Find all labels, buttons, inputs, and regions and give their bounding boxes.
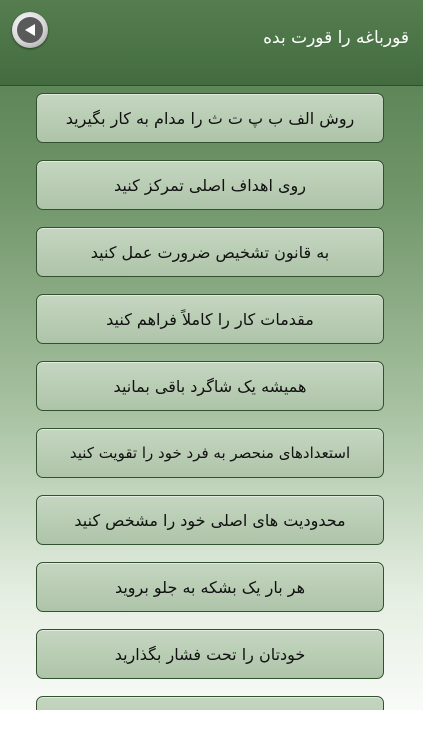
- list-item[interactable]: مقدمات کار را کاملاً فراهم کنید: [36, 294, 384, 344]
- list-item[interactable]: روی اهداف اصلی تمرکز کنید: [36, 160, 384, 210]
- header-bar: قورباغه را قورت بده: [0, 0, 423, 86]
- list-item[interactable]: همیشه یک شاگرد باقی بمانید: [36, 361, 384, 411]
- back-arrow-icon: [17, 17, 43, 43]
- list-item[interactable]: استعدادهای منحصر به فرد خود را تقویت کنی…: [36, 428, 384, 478]
- list-item[interactable]: خودتان را تحت فشار بگذارید: [36, 629, 384, 679]
- list-item[interactable]: به قانون تشخیص ضرورت عمل کنید: [36, 227, 384, 277]
- list-item[interactable]: محدودیت های اصلی خود را مشخص کنید: [36, 495, 384, 545]
- topic-list[interactable]: روش الف ب پ ت ث را مدام به کار بگیرید رو…: [0, 85, 423, 710]
- footer-area: [0, 710, 423, 750]
- page-title: قورباغه را قورت بده: [263, 28, 409, 48]
- back-button[interactable]: [12, 12, 48, 48]
- list-item[interactable]: هر بار یک بشکه به جلو بروید: [36, 562, 384, 612]
- list-item[interactable]: [36, 696, 384, 710]
- list-item[interactable]: روش الف ب پ ت ث را مدام به کار بگیرید: [36, 93, 384, 143]
